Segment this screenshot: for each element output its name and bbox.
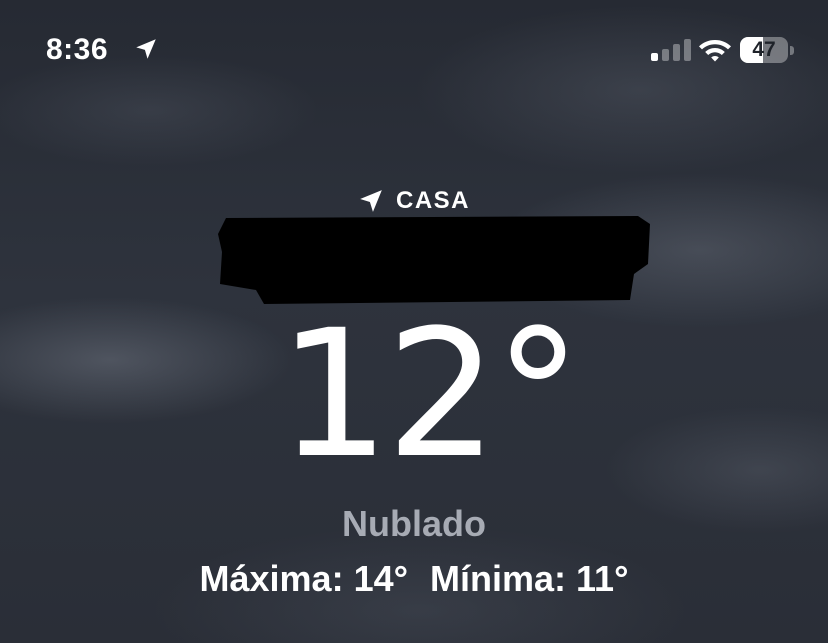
status-time: 8:36 [46,33,109,66]
navigation-arrow-icon [360,190,382,212]
signal-bar [684,39,691,61]
wifi-icon [699,40,731,62]
weather-condition: Nublado [342,503,486,544]
location-arrow-icon [136,39,156,59]
signal-bars-icon [651,39,691,61]
low-temperature: Mínima: 11° [430,558,629,599]
battery-level: 47 [752,38,776,61]
signal-bar [673,44,680,61]
battery-icon: 47 [740,37,794,63]
high-low-temperatures: Máxima: 14° Mínima: 11° [0,556,828,602]
signal-bar [662,49,669,61]
battery-body: 47 [740,37,788,63]
current-temperature: 12° [278,292,582,497]
signal-bar [651,53,658,61]
status-bar: 8:36 47 [0,0,828,100]
high-temperature: Máxima: 14° [199,558,409,599]
battery-cap [790,46,794,55]
